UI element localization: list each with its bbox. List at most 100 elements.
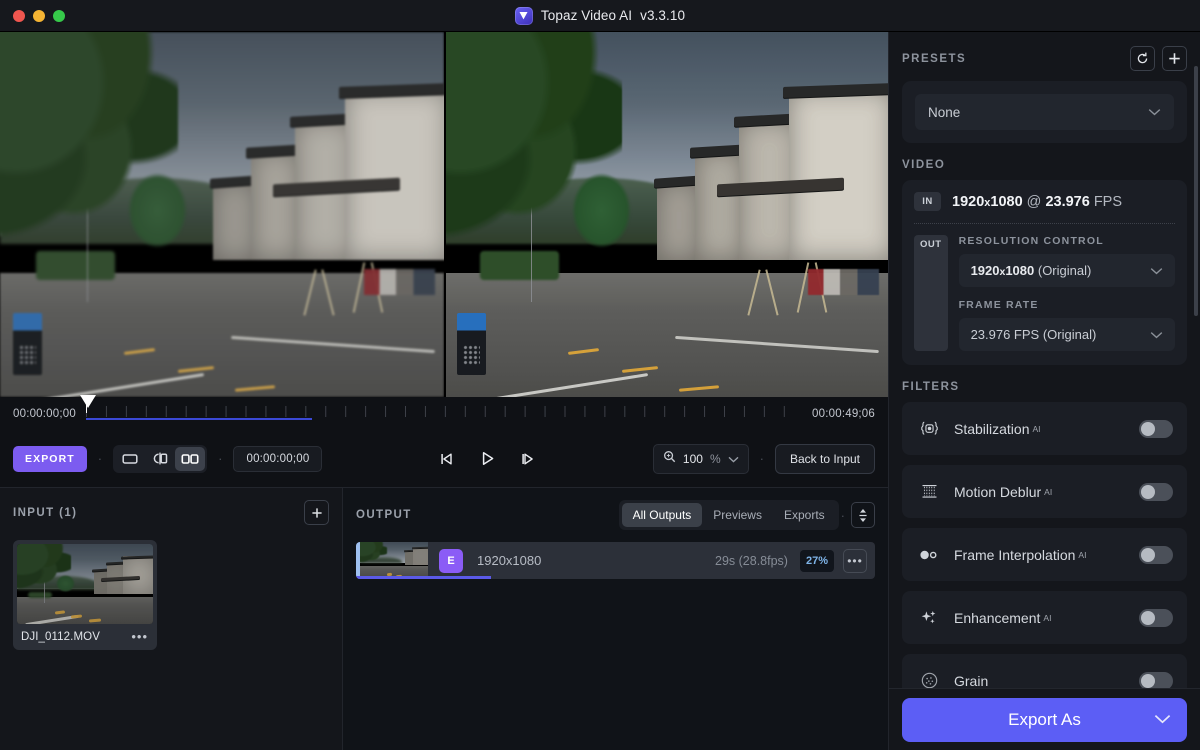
chevron-down-icon[interactable] <box>1154 711 1171 729</box>
output-resolution: 1920x1080 <box>477 553 542 568</box>
in-fps-number: 23.976 <box>1045 193 1090 210</box>
filter-ai-badge: AI <box>1078 549 1087 560</box>
input-file-name: DJI_0112.MOV <box>21 630 100 643</box>
output-percent-badge: 27% <box>799 549 834 572</box>
filter-ai-badge: AI <box>1032 423 1041 434</box>
resolution-select[interactable]: 1920x1080 (Original) <box>958 254 1175 287</box>
timeline-progress <box>85 417 312 420</box>
preset-select[interactable]: None <box>915 94 1174 130</box>
filter-label-stabilization: Stabilization <box>954 420 1030 437</box>
sort-icon[interactable] <box>851 502 875 528</box>
tab-previews[interactable]: Previews <box>702 503 773 527</box>
toggle-enhancement[interactable] <box>1139 608 1173 627</box>
filter-label-motion-deblur: Motion Deblur <box>954 483 1042 500</box>
export-as-label: Export As <box>1008 709 1081 729</box>
separator-dot-3: · <box>759 451 764 466</box>
video-settings-card: IN 1920x1080 @ 23.976 FPS OUT RESOLUTION… <box>902 180 1187 365</box>
filter-row-motion-deblur[interactable]: Motion Deblur AI <box>902 465 1187 518</box>
right-sidebar: PRESETS None VIDEO IN 1920x1080 @ 23.976… <box>888 32 1200 750</box>
chevron-down-icon <box>728 450 739 468</box>
minimize-button[interactable] <box>33 9 45 22</box>
window-traffic-lights <box>0 9 65 22</box>
timeline-ruler[interactable] <box>79 394 803 427</box>
input-file-card[interactable]: DJI_0112.MOV ••• <box>13 540 157 650</box>
left-column: 00:00:00;00 00:00:49;06 EXPORT · · 00:00… <box>0 32 888 750</box>
output-panel-header: OUTPUT All Outputs Previews Exports · <box>356 500 875 530</box>
preview-divider[interactable] <box>444 32 446 397</box>
video-input-row: IN 1920x1080 @ 23.976 FPS <box>914 192 1175 211</box>
export-dock: Export As <box>889 688 1200 750</box>
video-preview-area[interactable] <box>0 32 888 397</box>
current-timecode-field[interactable]: 00:00:00;00 <box>233 445 323 472</box>
side-by-side-view-button[interactable] <box>175 446 206 471</box>
bottom-panels: INPUT (1) DJI_0112.MOV ••• OUTPUT All Ou… <box>0 487 888 750</box>
next-frame-button[interactable] <box>521 452 536 466</box>
add-input-button[interactable] <box>304 500 329 525</box>
preview-pane-enhanced[interactable] <box>444 32 888 397</box>
presets-header: PRESETS <box>902 46 1187 71</box>
motion-deblur-icon <box>918 484 940 500</box>
split-view-button[interactable] <box>145 447 175 471</box>
presets-title: PRESETS <box>902 52 967 65</box>
presets-card: None <box>902 81 1187 143</box>
title-bar: Topaz Video AI v3.3.10 <box>0 0 1200 32</box>
filter-row-frame-interpolation[interactable]: Frame Interpolation AI <box>902 528 1187 581</box>
filter-row-enhancement[interactable]: Enhancement AI <box>902 591 1187 644</box>
input-thumbnail <box>17 544 153 624</box>
input-panel: INPUT (1) DJI_0112.MOV ••• <box>0 487 343 750</box>
input-card-menu-button[interactable]: ••• <box>131 630 148 643</box>
video-output-block: OUT RESOLUTION CONTROL 1920x1080 (Origin… <box>914 235 1175 351</box>
close-button[interactable] <box>13 9 25 22</box>
toggle-motion-deblur[interactable] <box>1139 482 1173 501</box>
output-row-menu-button[interactable]: ••• <box>843 548 867 573</box>
frame-rate-value: 23.976 FPS (Original) <box>970 327 1097 342</box>
grain-icon <box>918 672 940 689</box>
export-button[interactable]: EXPORT <box>13 445 87 472</box>
filter-row-stabilization[interactable]: Stabilization AI <box>902 402 1187 455</box>
video-section-title: VIDEO <box>902 159 946 171</box>
preset-selected-value: None <box>928 104 961 120</box>
toggle-grain[interactable] <box>1139 671 1173 690</box>
input-card-footer: DJI_0112.MOV ••• <box>17 624 153 650</box>
window-title: Topaz Video AI v3.3.10 <box>0 0 1200 31</box>
zoom-unit: % <box>709 451 721 466</box>
topaz-logo-icon <box>514 6 533 25</box>
preview-pane-original[interactable] <box>0 32 444 397</box>
in-fps-unit: FPS <box>1089 193 1123 210</box>
tab-exports[interactable]: Exports <box>773 503 836 527</box>
zoom-control[interactable]: 100 % <box>652 443 749 474</box>
divider <box>914 223 1175 224</box>
refresh-icon[interactable] <box>1130 46 1155 71</box>
play-button[interactable] <box>481 451 495 466</box>
filter-label-enhancement: Enhancement <box>954 609 1041 626</box>
separator-dot-2: · <box>218 451 223 466</box>
tab-all-outputs[interactable]: All Outputs <box>621 503 703 527</box>
maximize-button[interactable] <box>53 9 65 22</box>
output-thumbnail <box>360 542 428 579</box>
timeline-bar[interactable]: 00:00:00;00 00:00:49;06 <box>0 394 888 430</box>
output-filter-tabs: All Outputs Previews Exports <box>618 500 839 530</box>
in-at: @ <box>1022 193 1046 210</box>
timeline-playhead[interactable] <box>79 394 96 408</box>
export-as-button[interactable]: Export As <box>902 697 1187 742</box>
toggle-frame-interpolation[interactable] <box>1139 545 1173 564</box>
filter-ai-badge: AI <box>1043 612 1052 623</box>
toggle-stabilization[interactable] <box>1139 419 1173 438</box>
add-preset-button[interactable] <box>1162 46 1187 71</box>
sidebar-scroll-area[interactable]: PRESETS None VIDEO IN 1920x1080 @ 23.976… <box>889 32 1200 750</box>
output-meta: 29s (28.8fps) <box>715 553 788 568</box>
app-body: 00:00:00;00 00:00:49;06 EXPORT · · 00:00… <box>0 32 1200 750</box>
frame-rate-select[interactable]: 23.976 FPS (Original) <box>958 318 1175 351</box>
single-view-button[interactable] <box>115 447 145 471</box>
view-mode-group[interactable] <box>113 444 208 473</box>
out-res-height: 1080 <box>1005 263 1035 278</box>
playhead-stem <box>85 394 87 413</box>
output-row[interactable]: E 1920x1080 29s (28.8fps) 27% ••• <box>356 542 875 579</box>
in-res-height: 1080 <box>990 193 1023 210</box>
playback-controls <box>440 451 536 466</box>
input-panel-title: INPUT (1) <box>13 506 78 519</box>
sidebar-scrollbar[interactable] <box>1194 66 1198 316</box>
frame-interpolation-icon <box>918 549 940 561</box>
back-to-input-button[interactable]: Back to Input <box>774 443 876 474</box>
previous-frame-button[interactable] <box>440 452 455 466</box>
